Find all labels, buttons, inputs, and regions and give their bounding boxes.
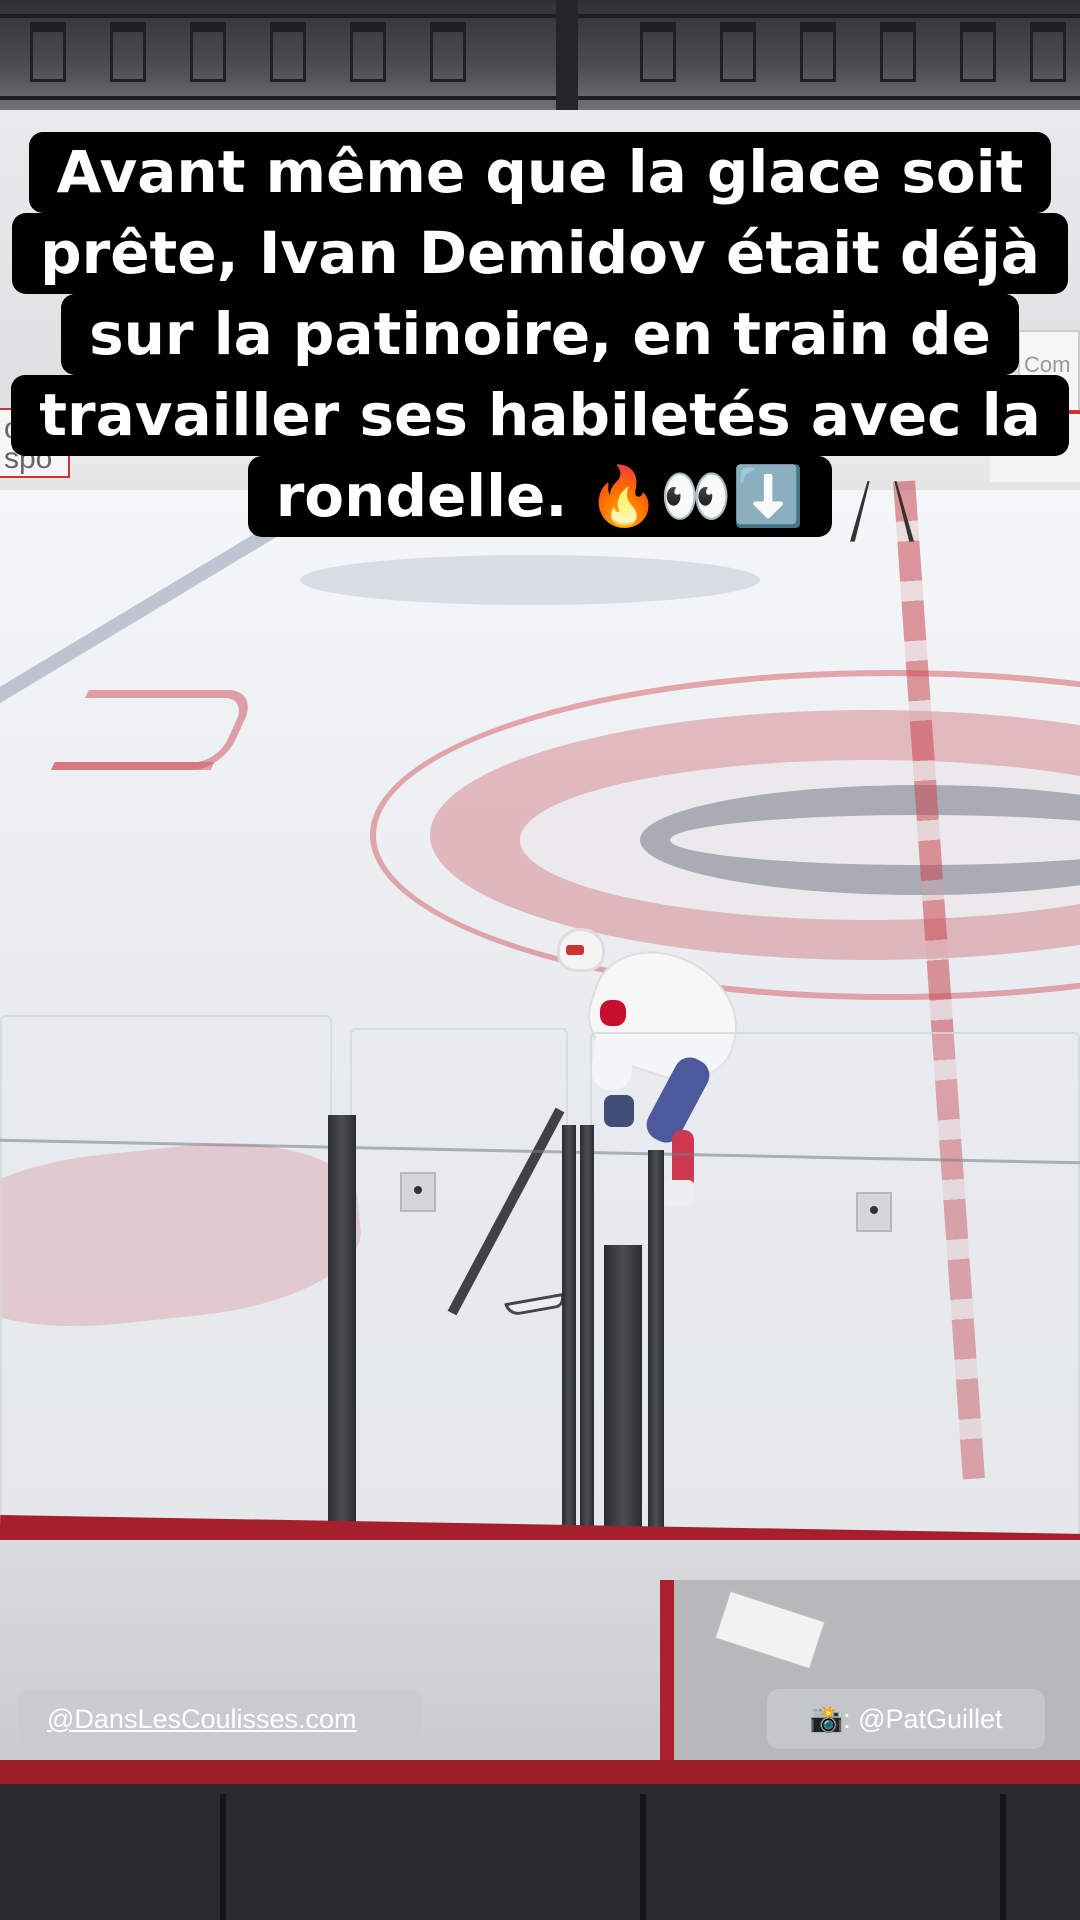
- boards-bottom-trim: [0, 1760, 1080, 1784]
- glass-clip: [400, 1172, 436, 1212]
- photo-credit-text: : @PatGuillet: [843, 1704, 1003, 1734]
- glass-post: [580, 1125, 594, 1565]
- caption-line: rondelle. 🔥👀⬇️: [247, 456, 833, 537]
- source-link[interactable]: @DansLesCoulisses.com: [47, 1704, 357, 1734]
- caption-line: sur la patinoire, en train de: [61, 294, 1019, 375]
- camera-icon: 📸: [809, 1704, 844, 1734]
- source-tag[interactable]: @DansLesCoulisses.com: [19, 1689, 421, 1749]
- player-helmet: [557, 928, 605, 972]
- glass-panel: [350, 1028, 568, 1558]
- glass-post: [562, 1125, 576, 1565]
- caption-line: prête, Ivan Demidov était déjà: [12, 213, 1068, 294]
- caption: Avant même que la glace soit prête, Ivan…: [0, 132, 1080, 537]
- glass-post: [328, 1115, 356, 1545]
- player-sleeve-stripe: [600, 1000, 626, 1026]
- glass-clip: [856, 1192, 892, 1232]
- caption-line: travailler ses habiletés avec la: [11, 375, 1069, 456]
- bleachers: [0, 0, 1080, 110]
- glass-panel: [0, 1015, 332, 1545]
- caption-line: Avant même que la glace soit: [28, 132, 1052, 213]
- ice-logo-far: [300, 555, 760, 605]
- foreground-railing: [0, 1784, 1080, 1920]
- photo-credit-tag[interactable]: 📸: @PatGuillet: [767, 1689, 1045, 1749]
